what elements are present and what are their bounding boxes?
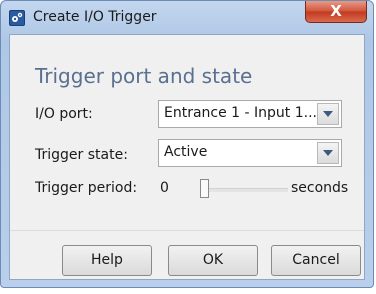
trigger-period-label: Trigger period: <box>35 180 138 196</box>
io-port-label: I/O port: <box>35 106 93 122</box>
trigger-period-slider-track[interactable] <box>200 188 288 192</box>
trigger-period-unit: seconds <box>291 180 349 196</box>
chevron-down-icon[interactable] <box>317 142 339 164</box>
window-title: Create I/O Trigger <box>33 9 157 25</box>
footer-divider <box>10 230 364 231</box>
trigger-period-value: 0 <box>160 180 169 196</box>
trigger-state-label: Trigger state: <box>35 147 128 163</box>
close-button[interactable]: X <box>305 1 367 23</box>
section-heading: Trigger port and state <box>35 64 253 88</box>
trigger-period-slider-thumb[interactable] <box>200 179 209 198</box>
trigger-state-value: Active <box>164 144 208 160</box>
dialog-body: Trigger port and state I/O port: Entranc… <box>9 34 365 280</box>
io-port-dropdown[interactable]: Entrance 1 - Input 1... <box>158 100 342 128</box>
ok-button[interactable]: OK <box>168 245 258 276</box>
title-bar[interactable]: Create I/O Trigger X <box>1 1 373 33</box>
gears-icon <box>9 10 25 26</box>
dialog-window: Create I/O Trigger X Trigger port and st… <box>0 0 374 288</box>
io-port-value: Entrance 1 - Input 1... <box>164 105 317 121</box>
trigger-state-dropdown[interactable]: Active <box>158 139 342 167</box>
close-icon: X <box>330 2 342 20</box>
chevron-down-icon[interactable] <box>317 103 339 125</box>
help-button[interactable]: Help <box>62 245 152 276</box>
cancel-button[interactable]: Cancel <box>271 245 361 276</box>
